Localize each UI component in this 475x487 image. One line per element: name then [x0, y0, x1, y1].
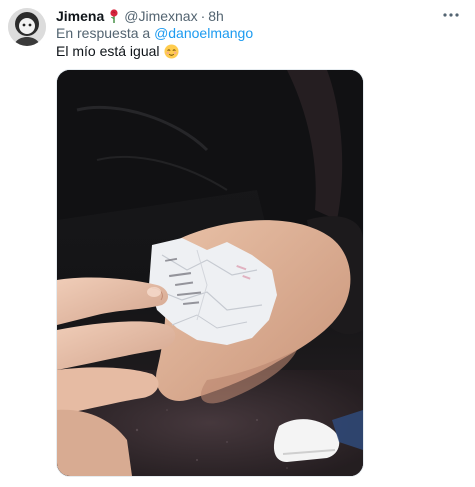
tweet-header: Jimena @Jimexnax · 8h	[56, 7, 224, 25]
avatar-image	[8, 8, 46, 46]
photo-hand-crumpled-ticket	[57, 70, 363, 476]
user-handle[interactable]: @Jimexnax	[124, 8, 197, 24]
reply-prefix: En respuesta a	[56, 25, 155, 41]
more-horizontal-icon[interactable]	[441, 8, 461, 20]
avatar[interactable]	[8, 8, 46, 46]
tweet-text-content: El mío está igual	[56, 43, 160, 59]
reply-mention-link[interactable]: @danoelmango	[154, 25, 253, 41]
tweet-text: El mío está igual	[56, 43, 179, 59]
rose-icon	[108, 9, 120, 23]
tweet[interactable]: Jimena @Jimexnax · 8h En respuesta a @da…	[0, 0, 475, 487]
timestamp[interactable]: 8h	[208, 8, 224, 24]
relieved-face-icon	[163, 43, 179, 59]
reply-context: En respuesta a @danoelmango	[56, 25, 253, 41]
separator-dot: ·	[200, 8, 206, 24]
display-name[interactable]: Jimena	[56, 8, 104, 24]
tweet-photo[interactable]	[56, 69, 364, 477]
